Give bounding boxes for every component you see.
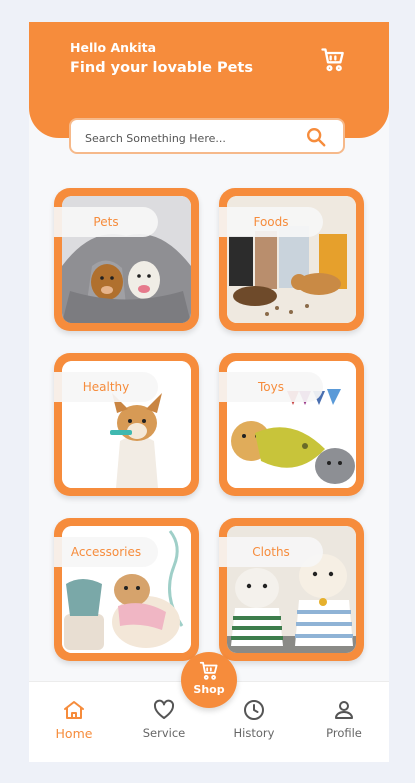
nav-label: Profile [326,726,362,740]
greeting: Hello Ankita [70,40,157,55]
category-card-healthy[interactable]: Healthy [54,353,199,496]
category-card-cloths[interactable]: Cloths [219,518,364,661]
category-label: Toys [219,372,323,402]
clock-icon [244,700,264,720]
user-icon [335,701,353,719]
nav-item-history[interactable]: History [219,698,289,740]
nav-item-profile[interactable]: Profile [309,698,379,740]
home-icon [64,701,84,719]
category-card-accessories[interactable]: Accessories [54,518,199,661]
app-screen: Hello Ankita Find your lovable Pets Sear… [29,22,389,762]
shop-button[interactable]: Shop [181,652,237,708]
search-bar [69,118,345,154]
nav-item-home[interactable]: Home [39,698,109,741]
category-card-toys[interactable]: Toys [219,353,364,496]
nav-label: Service [142,726,186,740]
shop-label: Shop [193,683,225,696]
category-label: Accessories [54,537,158,567]
category-label: Foods [219,207,323,237]
search-input[interactable] [83,128,297,148]
nav-label: History [233,726,275,740]
category-label: Healthy [54,372,158,402]
cart-icon[interactable] [319,46,347,74]
nav-label: Home [55,726,93,741]
category-card-pets[interactable]: Pets [54,188,199,331]
heart-icon [153,699,175,719]
category-card-foods[interactable]: Foods [219,188,364,331]
search-icon[interactable] [305,126,327,148]
nav-item-service[interactable]: Service [129,698,199,740]
cart-icon [199,661,218,680]
category-label: Cloths [219,537,323,567]
category-label: Pets [54,207,158,237]
page-title: Find your lovable Pets [70,60,253,76]
